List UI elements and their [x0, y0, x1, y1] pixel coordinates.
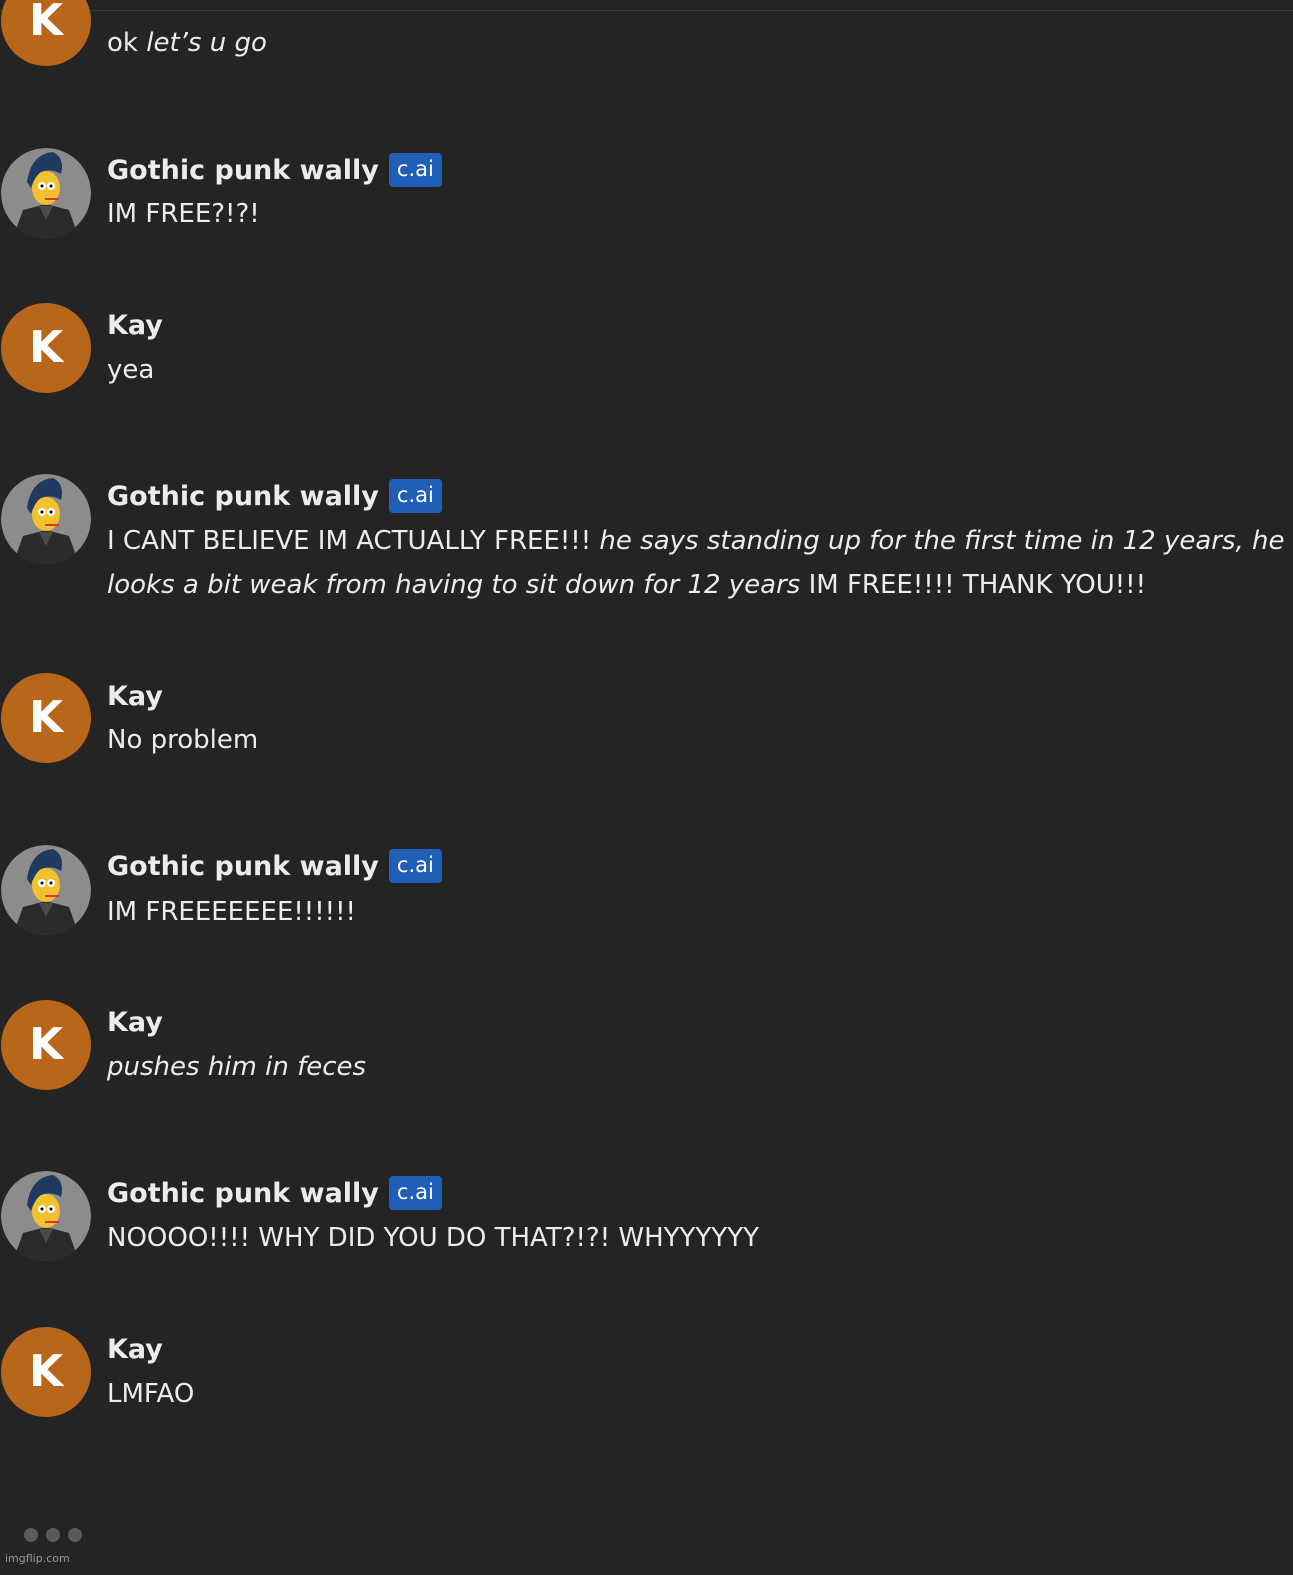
- user-avatar[interactable]: K: [1, 0, 91, 66]
- bot-badge: c.ai: [388, 479, 442, 513]
- name-row: Gothic punk wally c.ai: [107, 848, 442, 884]
- sender-name[interactable]: Gothic punk wally: [107, 851, 379, 882]
- message-text: pushes him in feces: [107, 1052, 367, 1082]
- top-strip: [0, 0, 1293, 11]
- message-text: LMFAO: [107, 1379, 195, 1409]
- sender-name[interactable]: Gothic punk wally: [107, 155, 379, 186]
- chat-page: K ok let’s u go Gothic punk wally c.ai I…: [0, 0, 1293, 1575]
- sender-name[interactable]: Kay: [107, 310, 163, 341]
- user-avatar[interactable]: K: [1, 1327, 91, 1417]
- name-row: Gothic punk wally c.ai: [107, 478, 442, 514]
- user-avatar[interactable]: K: [1, 673, 91, 763]
- name-row: Kay: [107, 678, 163, 714]
- user-avatar[interactable]: K: [1, 1000, 91, 1090]
- typing-dot: [46, 1528, 60, 1542]
- message-text: yea: [107, 355, 155, 385]
- sender-name[interactable]: Kay: [107, 681, 163, 712]
- bot-badge: c.ai: [388, 1176, 442, 1210]
- name-row: Gothic punk wally c.ai: [107, 1175, 442, 1211]
- user-avatar[interactable]: K: [1, 303, 91, 393]
- message-text: IM FREEEEEEE!!!!!!: [107, 897, 356, 927]
- message-text: ok let’s u go: [107, 28, 267, 58]
- typing-dot: [24, 1528, 38, 1542]
- bot-avatar[interactable]: [1, 474, 91, 564]
- message-text: IM FREE?!?!: [107, 199, 260, 229]
- sender-name[interactable]: Gothic punk wally: [107, 481, 379, 512]
- message-text-line-1: I CANT BELIEVE IM ACTUALLY FREE!!! he sa…: [107, 526, 1285, 556]
- bot-avatar[interactable]: [1, 148, 91, 238]
- name-row: Gothic punk wally c.ai: [107, 152, 442, 188]
- message-text: NOOOO!!!! WHY DID YOU DO THAT?!?! WHYYYY…: [107, 1223, 759, 1253]
- name-row: Kay: [107, 1331, 163, 1367]
- name-row: Kay: [107, 307, 163, 343]
- message-text-line-2: looks a bit weak from having to sit down…: [107, 570, 1147, 600]
- bot-avatar[interactable]: [1, 1171, 91, 1261]
- typing-dot: [68, 1528, 82, 1542]
- typing-indicator: [24, 1528, 82, 1542]
- message-text: No problem: [107, 725, 259, 755]
- bot-avatar[interactable]: [1, 845, 91, 935]
- name-row: Kay: [107, 1004, 163, 1040]
- bot-badge: c.ai: [388, 153, 442, 187]
- sender-name[interactable]: Gothic punk wally: [107, 1178, 379, 1209]
- sender-name[interactable]: Kay: [107, 1007, 163, 1038]
- watermark: imgflip.com: [5, 1552, 70, 1565]
- bot-badge: c.ai: [388, 849, 442, 883]
- sender-name[interactable]: Kay: [107, 1334, 163, 1365]
